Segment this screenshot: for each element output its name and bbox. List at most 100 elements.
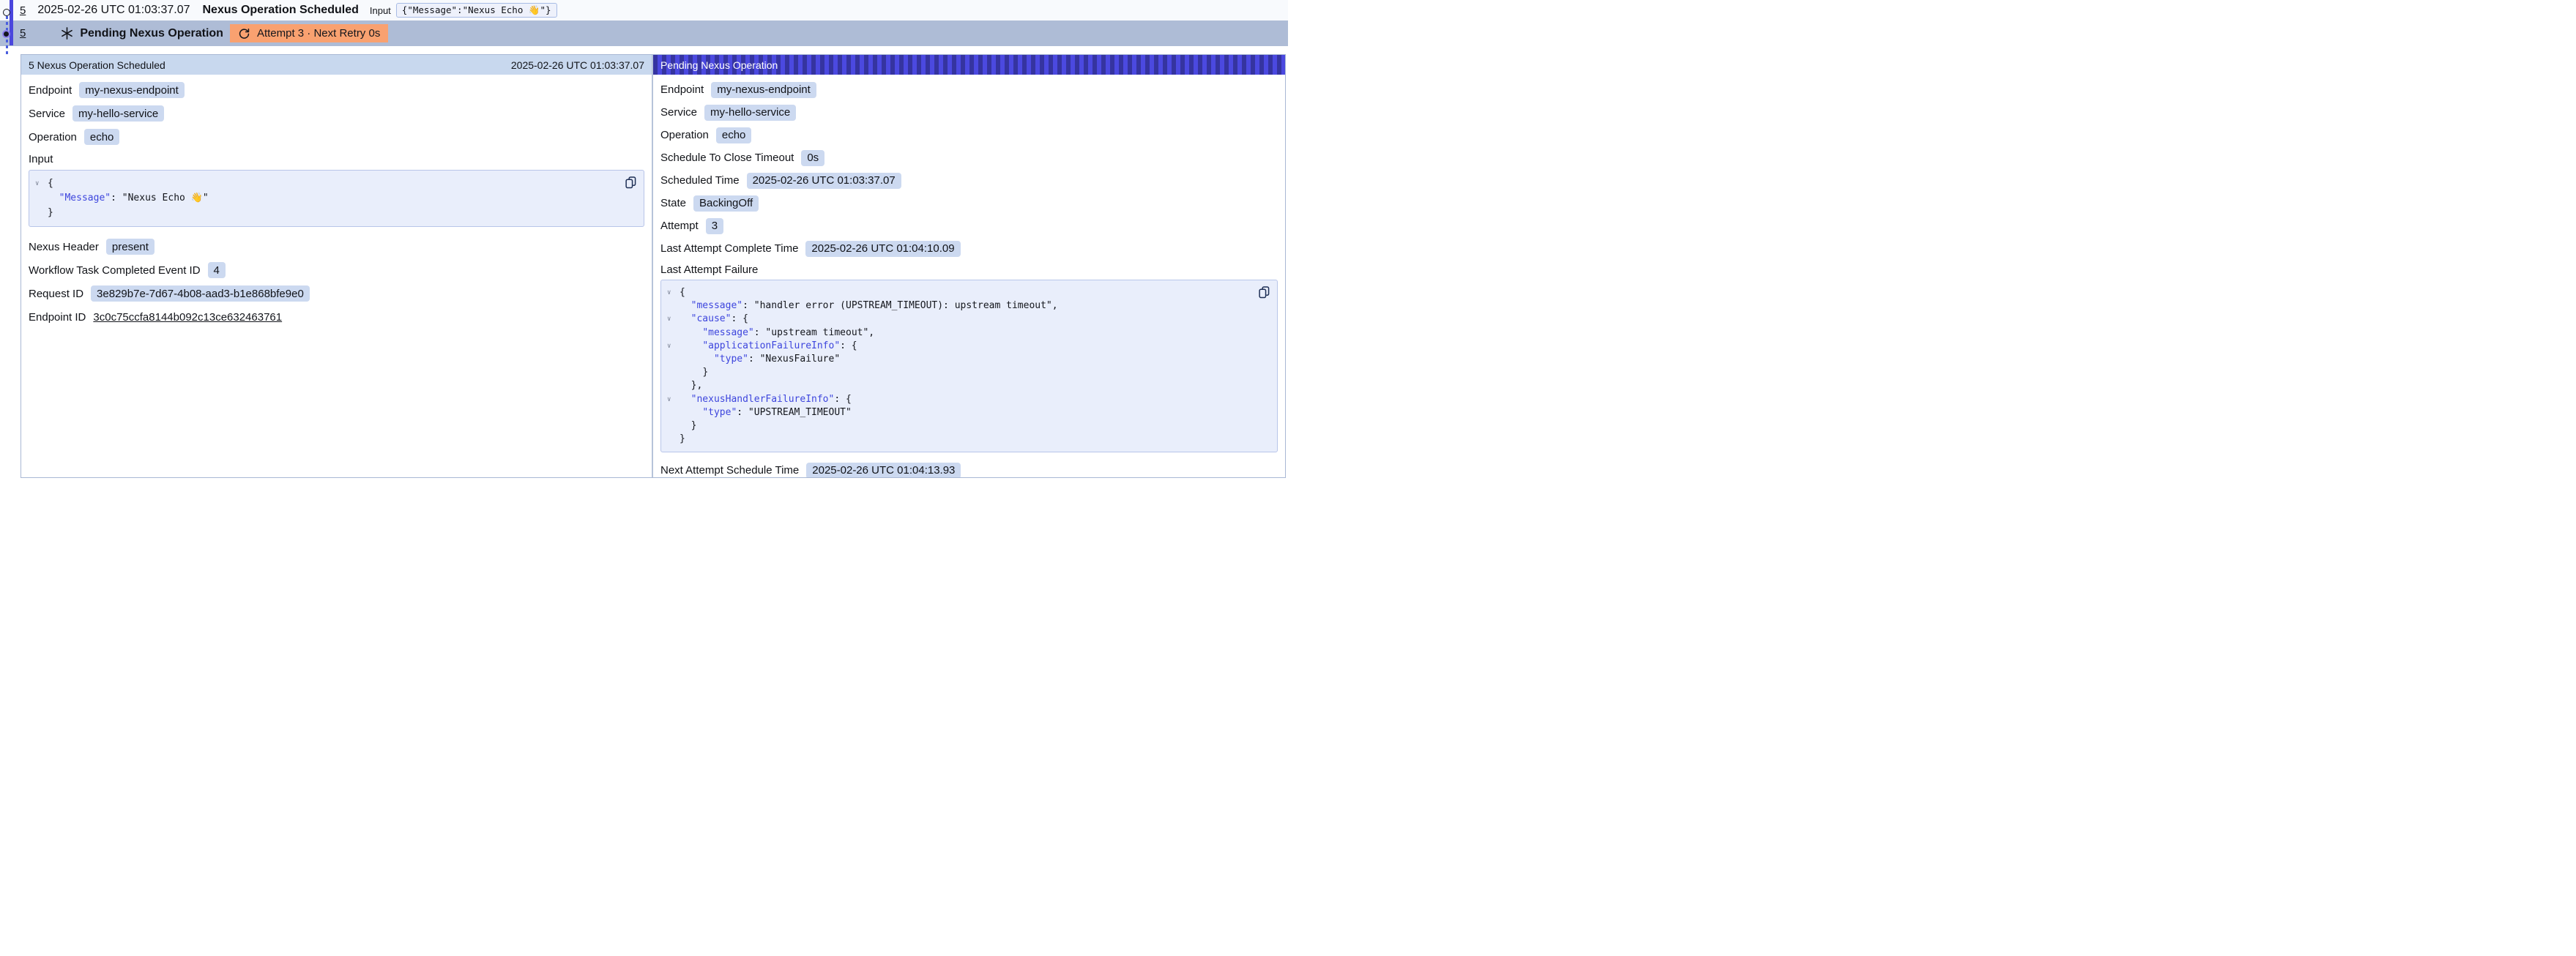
field-label: Endpoint (29, 84, 72, 97)
code-line: ∨{ (667, 286, 1252, 299)
code-gutter (667, 379, 680, 392)
collapse-chevron-icon[interactable]: ∨ (35, 176, 48, 191)
failure-json-block: ∨{ "message": "handler error (UPSTREAM_T… (660, 280, 1278, 452)
field-row-scheduled-time: Scheduled Time2025-02-26 UTC 01:03:37.07 (653, 169, 1285, 192)
field-label: Operation (660, 129, 709, 141)
code-line: } (667, 366, 1252, 379)
retry-badge-text: Attempt 3 · Next Retry 0s (257, 27, 380, 40)
pending-fields-bottom: Next Attempt Schedule Time 2025-02-26 UTC… (653, 459, 1285, 477)
scheduled-fields-bottom: Nexus Header present Workflow Task Complet… (21, 234, 652, 329)
field-value-chip: echo (84, 129, 120, 145)
field-label: Endpoint (660, 83, 704, 96)
code-gutter (667, 419, 680, 433)
scheduled-panel-timestamp: 2025-02-26 UTC 01:03:37.07 (511, 59, 644, 71)
collapse-chevron-icon[interactable]: ∨ (667, 340, 680, 353)
code-gutter (667, 433, 680, 446)
event-row-nexus-operation-scheduled[interactable]: 5 2025-02-26 UTC 01:03:37.07 Nexus Opera… (0, 0, 1288, 20)
field-label: Attempt (660, 220, 699, 232)
code-line: ∨{ (35, 176, 619, 191)
code-text: { (48, 176, 53, 191)
field-label: Service (660, 106, 697, 119)
input-preview-chip: {"Message":"Nexus Echo 👋"} (396, 3, 557, 18)
field-value-chip: BackingOff (693, 195, 759, 212)
event-row-pending-nexus-operation[interactable]: 5 Pending Nexus Operation Attempt 3 · Ne… (0, 20, 1288, 46)
pending-fields-top: Endpoint my-nexus-endpoint Service my-hello… (653, 75, 1285, 260)
code-gutter (667, 366, 680, 379)
event-id-link[interactable]: 5 (20, 27, 26, 40)
code-text: "type": "UPSTREAM_TIMEOUT" (680, 406, 852, 419)
code-line: "type": "UPSTREAM_TIMEOUT" (667, 406, 1252, 419)
code-line: ∨ "nexusHandlerFailureInfo": { (667, 393, 1252, 406)
field-row-endpoint: Endpoint my-nexus-endpoint (653, 78, 1285, 101)
field-label: Nexus Header (29, 241, 99, 253)
field-row-operation: Operation echo (21, 125, 652, 149)
field-label: Request ID (29, 288, 83, 300)
field-value-chip: my-hello-service (704, 105, 796, 121)
input-section-label: Input (21, 149, 652, 168)
event-id-link[interactable]: 5 (20, 4, 26, 17)
code-line: "Message": "Nexus Echo 👋" (35, 191, 619, 206)
field-value-chip: 2025-02-26 UTC 01:04:10.09 (805, 241, 960, 257)
copy-icon[interactable] (625, 176, 636, 189)
code-gutter (35, 191, 48, 206)
code-text: "cause": { (680, 313, 748, 326)
field-row-next-attempt-schedule-time: Next Attempt Schedule Time 2025-02-26 UTC… (653, 459, 1285, 477)
scheduled-event-panel: 5 Nexus Operation Scheduled 2025-02-26 U… (21, 55, 652, 477)
code-text: "applicationFailureInfo": { (680, 340, 857, 353)
code-text: "Message": "Nexus Echo 👋" (48, 191, 209, 206)
field-row-attempt: Attempt 3 (653, 214, 1285, 237)
event-details-container: 5 Nexus Operation Scheduled 2025-02-26 U… (21, 54, 1286, 478)
code-line: "type": "NexusFailure" (667, 353, 1252, 366)
code-text: "nexusHandlerFailureInfo": { (680, 393, 852, 406)
field-row-service: Service my-hello-service (21, 102, 652, 125)
input-json-block: ∨{ "Message": "Nexus Echo 👋"} (29, 170, 644, 227)
code-text: "message": "handler error (UPSTREAM_TIME… (680, 299, 1058, 313)
code-text: } (680, 366, 708, 379)
field-value-chip: present (106, 239, 155, 255)
field-label: Service (29, 108, 65, 120)
field-row-workflow-task-completed-event-id: Workflow Task Completed Event ID4 (21, 258, 652, 282)
retry-icon (238, 27, 250, 40)
field-row-service: Service my-hello-service (653, 101, 1285, 124)
collapse-chevron-icon[interactable]: ∨ (667, 393, 680, 406)
field-row-request-id: Request ID3e829b7e-7d67-4b08-aad3-b1e868… (21, 282, 652, 305)
field-value-chip: 3 (706, 218, 723, 234)
retry-attempt-badge: Attempt 3 · Next Retry 0s (230, 24, 388, 42)
collapse-chevron-icon[interactable]: ∨ (667, 313, 680, 326)
field-label: Operation (29, 131, 77, 143)
code-gutter (667, 299, 680, 313)
field-row-last-attempt-complete-time: Last Attempt Complete Time2025-02-26 UTC… (653, 237, 1285, 260)
code-line: "message": "handler error (UPSTREAM_TIME… (667, 299, 1252, 313)
field-row-schedule-to-close-timeout: Schedule To Close Timeout0s (653, 146, 1285, 169)
pending-operation-panel: Pending Nexus Operation Endpoint my-nexus… (652, 55, 1285, 477)
field-value-chip: my-hello-service (72, 105, 164, 122)
code-text: }, (680, 379, 702, 392)
field-value-chip: 0s (801, 150, 824, 166)
field-value-link[interactable]: 3c0c75ccfa8144b092c13ce632463761 (93, 311, 282, 324)
failure-json-code: ∨{ "message": "handler error (UPSTREAM_T… (667, 286, 1252, 446)
field-value-chip: my-nexus-endpoint (711, 82, 816, 98)
input-preview-label: Input (370, 5, 391, 16)
code-line: } (35, 206, 619, 220)
field-label: Next Attempt Schedule Time (660, 464, 799, 477)
scheduled-fields-top: Endpoint my-nexus-endpoint Service my-hello… (21, 75, 652, 149)
field-value-chip: echo (716, 127, 752, 143)
timeline-event-dot-filled-icon (2, 30, 10, 38)
timeline-event-dot-open-icon (3, 9, 10, 16)
copy-icon[interactable] (1259, 286, 1270, 299)
field-row-operation: Operation echo (653, 124, 1285, 146)
field-value-chip: 2025-02-26 UTC 01:04:13.93 (806, 463, 961, 477)
field-row-endpoint-id: Endpoint ID3c0c75ccfa8144b092c13ce632463… (21, 305, 652, 329)
field-value-chip: 4 (208, 262, 226, 278)
field-value-chip: my-nexus-endpoint (79, 82, 185, 98)
code-line: }, (667, 379, 1252, 392)
code-gutter (667, 406, 680, 419)
code-text: { (680, 286, 685, 299)
field-label: State (660, 197, 686, 209)
collapse-chevron-icon[interactable]: ∨ (667, 286, 680, 299)
field-row-nexus-header: Nexus Header present (21, 235, 652, 258)
event-title: Pending Nexus Operation (80, 27, 223, 40)
pending-panel-title: Pending Nexus Operation (660, 59, 778, 71)
input-json-code: ∨{ "Message": "Nexus Echo 👋"} (35, 176, 619, 220)
timeline-selected-bar (10, 0, 13, 45)
